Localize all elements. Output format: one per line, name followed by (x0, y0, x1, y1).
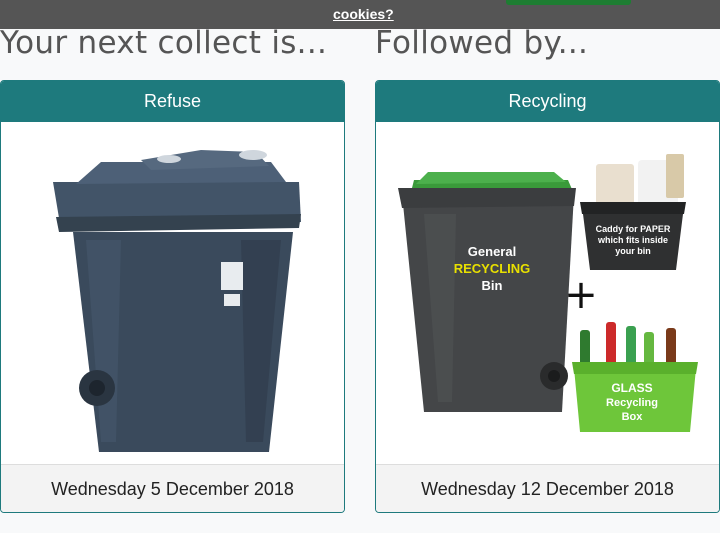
glass-label-line2: Recycling (606, 397, 658, 409)
collection-date: Wednesday 12 December 2018 (376, 464, 719, 512)
caddy-label-line1: Caddy for PAPER (596, 224, 671, 234)
card-image-area (1, 122, 344, 465)
followed-by-heading: Followed by... (375, 25, 589, 61)
glass-label-line1: GLASS (611, 381, 652, 395)
card-title: Refuse (1, 81, 344, 122)
collection-date: Wednesday 5 December 2018 (1, 464, 344, 512)
glass-label-line3: Box (622, 411, 644, 423)
bin-label-line3: Bin (482, 278, 503, 293)
next-collection-heading: Your next collect is... (0, 25, 328, 61)
plus-sign: + (564, 272, 598, 318)
card-title: Recycling (376, 81, 719, 122)
refuse-card: Refuse Wednesday 5 December 2018 (0, 80, 345, 513)
card-image-area: General RECYCLING Bin Caddy for PAPER wh… (376, 122, 719, 465)
refuse-bin-icon (53, 150, 301, 452)
caddy-label-line2: which fits inside (597, 235, 668, 245)
recycling-card: Recycling General RECYCLING Bin Caddy fo… (375, 80, 720, 513)
bin-label-line1: General (468, 244, 516, 259)
caddy-label-line3: your bin (615, 246, 651, 256)
cookie-accept-button[interactable] (506, 0, 631, 5)
recycling-bins-icon: General RECYCLING Bin Caddy for PAPER wh… (398, 154, 698, 432)
cookies-link[interactable]: cookies? (333, 6, 394, 22)
bin-label-line2: RECYCLING (454, 261, 531, 276)
